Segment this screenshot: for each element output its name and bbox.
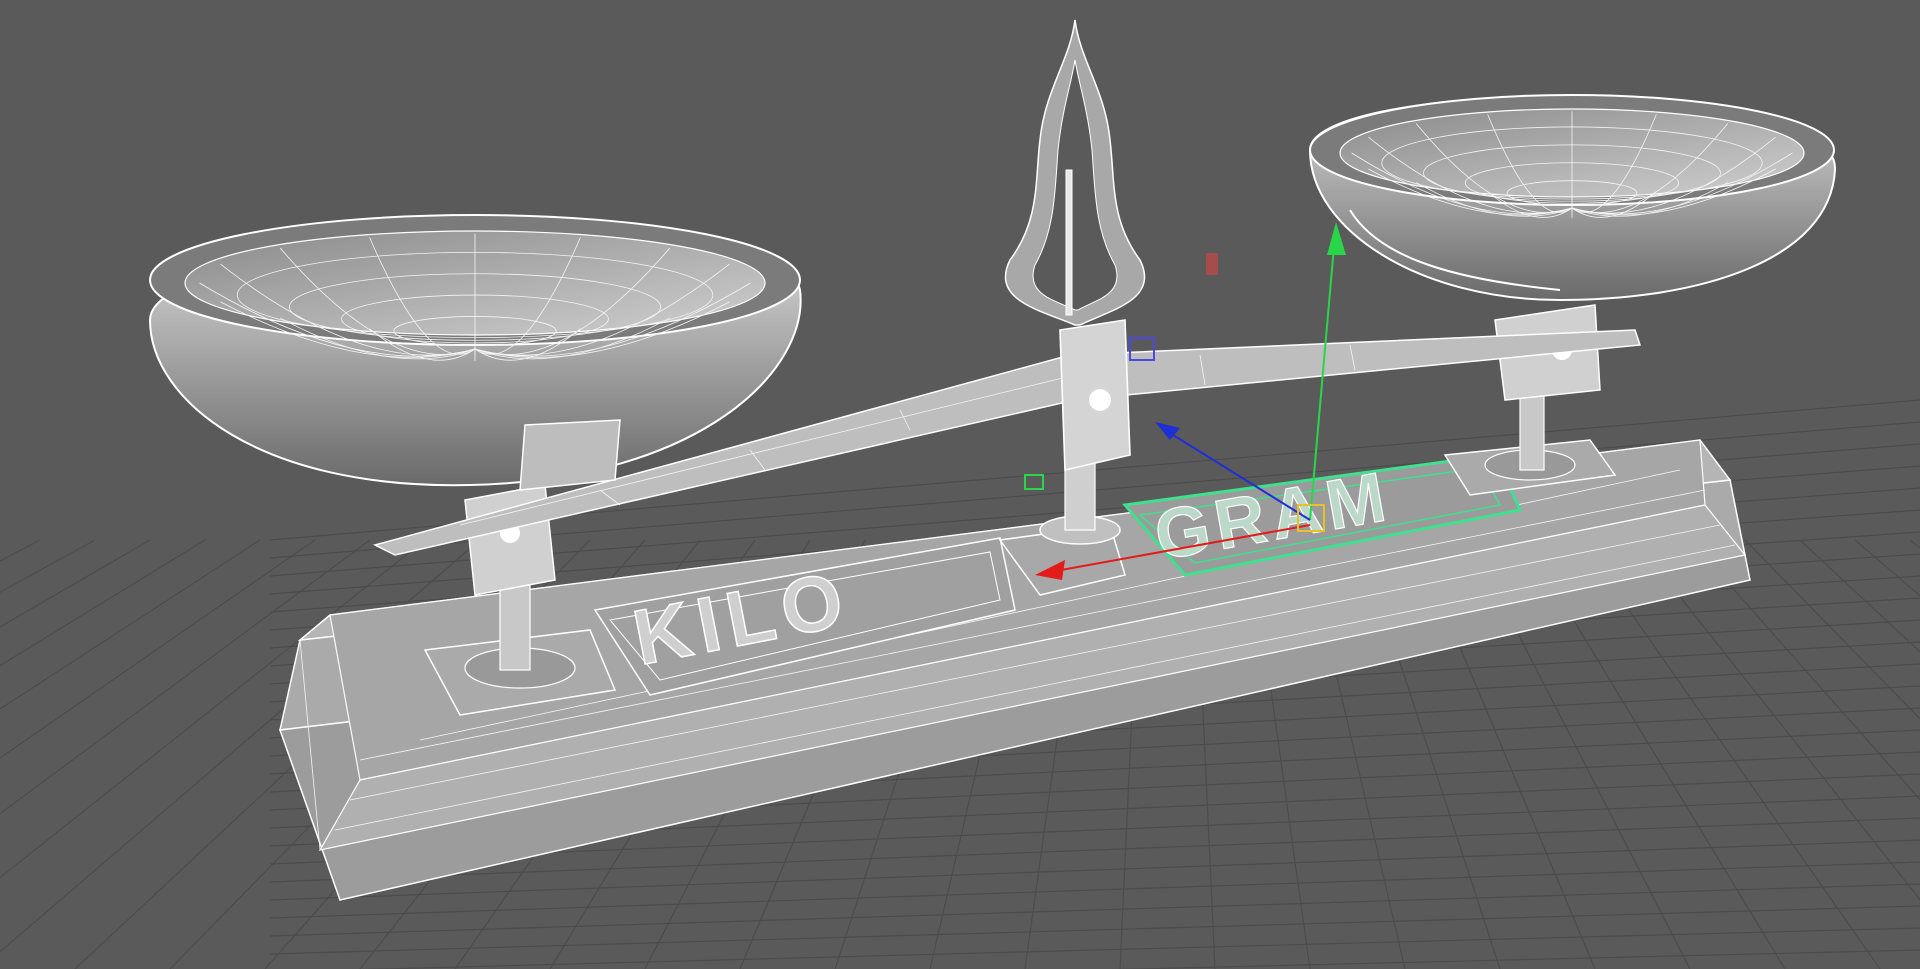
gizmo-red-plane-handle[interactable] [1206,253,1218,275]
scene-svg[interactable]: KILO GRAM [0,0,1920,969]
3d-viewport[interactable]: KILO GRAM [0,0,1920,969]
gizmo-y-arrow[interactable] [1327,222,1346,255]
gizmo-green-plane-handle[interactable] [1024,474,1044,490]
central-post[interactable] [1004,19,1146,545]
right-pan-bowl[interactable] [1308,94,1837,302]
left-pan-bowl[interactable] [148,214,802,491]
